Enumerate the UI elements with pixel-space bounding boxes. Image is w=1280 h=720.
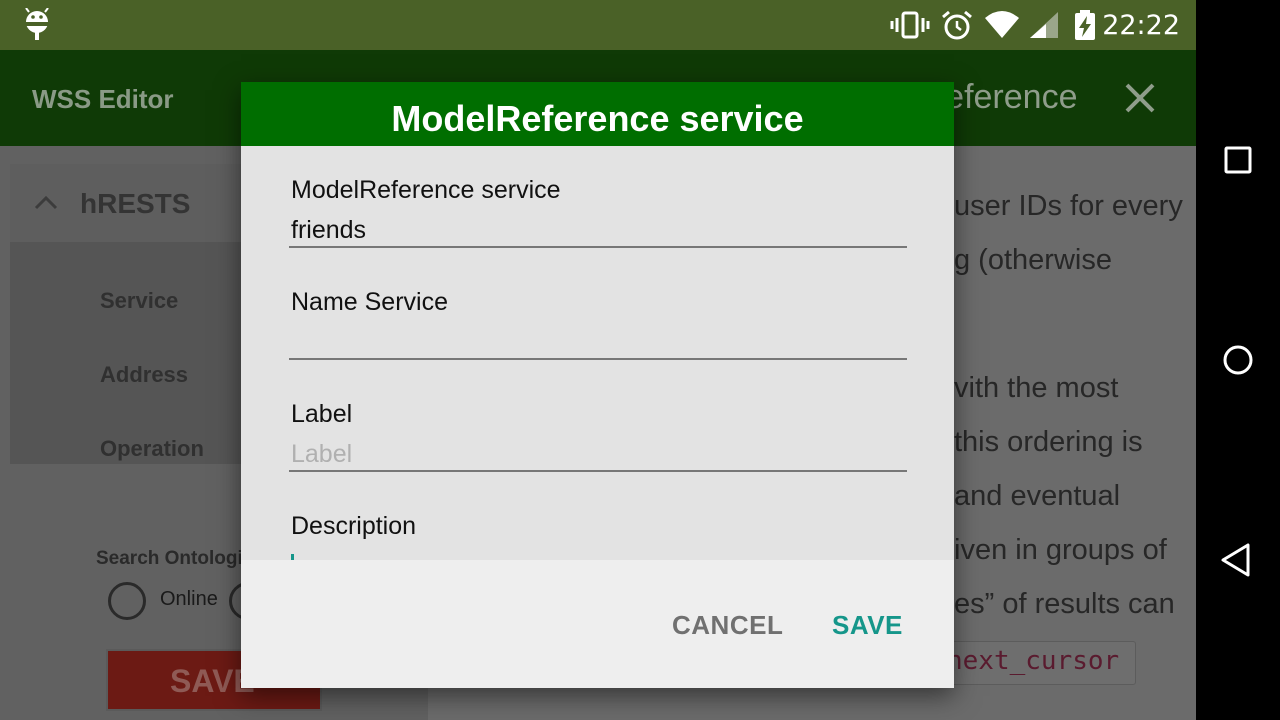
hrests-title: hRESTS: [80, 188, 191, 219]
modelreference-dialog: ModelReference service ModelReference se…: [241, 82, 954, 688]
document-line: this ordering is: [954, 426, 1143, 458]
modelreference-service-label: ModelReference service: [291, 176, 561, 204]
modelreference-service-input[interactable]: [289, 208, 907, 248]
hrests-panel: hRESTS Service Address Operation: [10, 164, 250, 464]
chevron-up-icon: [34, 195, 58, 210]
document-line: vith the most: [954, 372, 1119, 404]
online-radio-label: Online: [160, 588, 218, 610]
app-title: WSS Editor: [32, 84, 174, 114]
recents-square-icon[interactable]: [1218, 140, 1258, 180]
close-icon[interactable]: [1120, 78, 1160, 118]
document-line: iven in groups of: [954, 534, 1167, 566]
document-line: es” of results can: [954, 588, 1175, 620]
vibrate-icon: [890, 11, 930, 39]
clock-time: 22:22: [1102, 10, 1180, 41]
battery-charging-icon: [1075, 10, 1095, 40]
dialog-header: ModelReference service: [241, 82, 954, 146]
cancel-button[interactable]: CANCEL: [672, 610, 783, 641]
sidebar-item-service[interactable]: Service: [100, 288, 178, 314]
document-line: user IDs for every: [954, 190, 1183, 222]
name-service-label: Name Service: [291, 288, 448, 316]
sidebar-item-address[interactable]: Address: [100, 362, 188, 388]
alarm-icon: [942, 10, 972, 40]
wifi-icon: [985, 11, 1019, 38]
label-field-label: Label: [291, 400, 353, 428]
dialog-title: ModelReference service: [391, 98, 804, 139]
description-label: Description: [291, 512, 417, 540]
online-radio[interactable]: [108, 582, 146, 620]
save-button[interactable]: SAVE: [832, 610, 903, 641]
home-circle-icon[interactable]: [1218, 340, 1258, 380]
name-service-input[interactable]: [289, 320, 907, 360]
status-bar: 22:22: [0, 0, 1196, 50]
toolbar-subtitle: ModelReference: [948, 78, 1078, 116]
label-input[interactable]: [289, 432, 907, 472]
dialog-actions: CANCEL SAVE: [241, 560, 954, 688]
hrests-header[interactable]: hRESTS: [10, 164, 250, 242]
code-snippet: next_cursor: [940, 641, 1136, 685]
signal-icon: [1030, 12, 1058, 38]
document-line: g (otherwise: [954, 244, 1112, 276]
sidebar-item-operation[interactable]: Operation: [100, 436, 204, 462]
dialog-form: ModelReference service Name Service Labe…: [241, 146, 954, 560]
search-ontologies-label: Search Ontologies: [96, 548, 264, 569]
document-line: and eventual: [954, 480, 1121, 512]
back-triangle-icon[interactable]: [1218, 540, 1258, 580]
navigation-bar: [1196, 0, 1280, 720]
android-debug-icon: [25, 8, 49, 40]
